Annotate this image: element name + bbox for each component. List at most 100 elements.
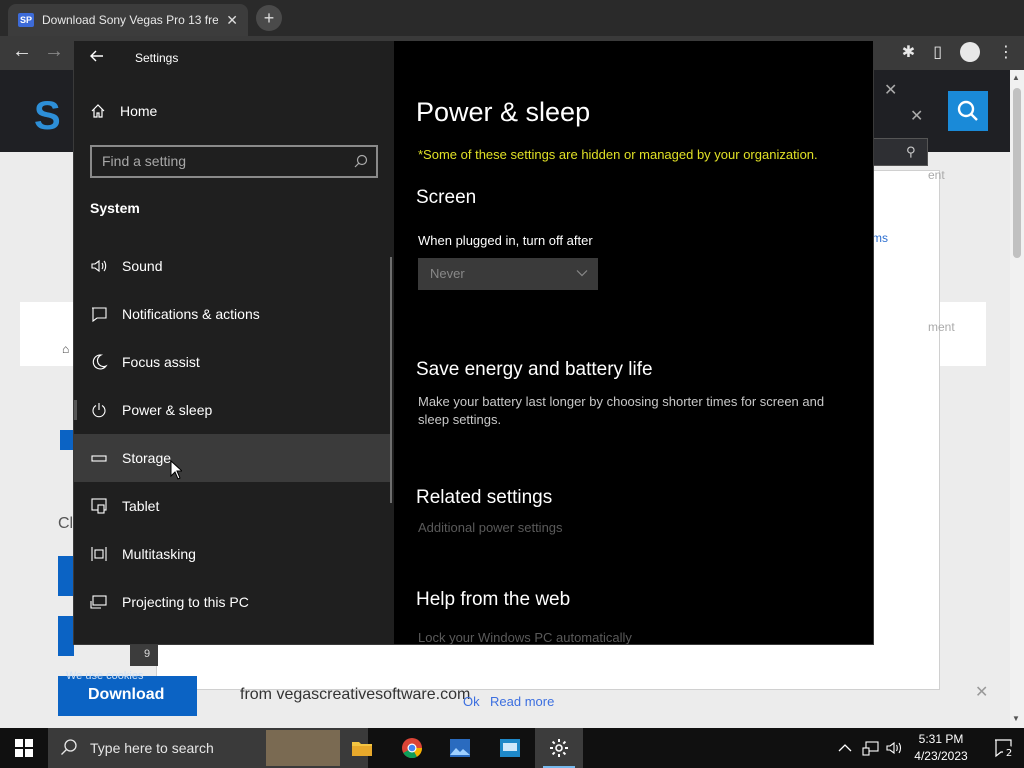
section-title: System: [90, 200, 140, 216]
projecting-icon: [90, 593, 108, 611]
related-settings-heading: Related settings: [416, 487, 553, 508]
web-blue-button[interactable]: [58, 556, 74, 596]
cookie-read-more-link[interactable]: Read more: [490, 694, 554, 709]
search-highlight-image: [266, 730, 340, 766]
nav-item-power-sleep[interactable]: Power & sleep: [74, 386, 392, 434]
speaker-icon: [90, 257, 108, 275]
settings-content-pane: Power & sleep *Some of these settings ar…: [394, 41, 873, 644]
notification-count: 2: [1006, 748, 1012, 759]
web-search-small-icon: ⚲: [906, 144, 916, 159]
photos-icon[interactable]: [436, 728, 484, 768]
web-link[interactable]: ms: [872, 231, 888, 245]
volume-icon[interactable]: [886, 728, 902, 768]
screen-heading: Screen: [416, 187, 477, 208]
settings-window: Settings Home Find a setting System Soun…: [73, 40, 874, 645]
web-source-text: from vegascreativesoftware.com: [240, 686, 471, 703]
settings-gear-icon[interactable]: [535, 728, 583, 768]
moon-icon: [90, 353, 108, 371]
notification-icon: [90, 305, 108, 323]
web-close-icon[interactable]: ✕: [884, 80, 897, 100]
site-logo[interactable]: S: [34, 94, 61, 139]
power-icon: [90, 401, 108, 419]
page-title: Power & sleep: [416, 97, 591, 127]
new-tab-button[interactable]: +: [256, 5, 282, 31]
clock-time: 5:31 PM: [918, 732, 964, 746]
cookie-ok-link[interactable]: Ok: [463, 694, 480, 709]
notification-center-icon[interactable]: 2: [992, 736, 1016, 760]
windows-start-icon[interactable]: [0, 728, 48, 768]
nav-item-label: Sound: [122, 258, 163, 274]
screen-timeout-value: Never: [430, 266, 465, 281]
nav-item-label: Multitasking: [122, 546, 196, 562]
help-heading: Help from the web: [416, 589, 571, 610]
show-hidden-icons-icon[interactable]: [838, 728, 852, 768]
browser-toolbar-icons: ✱ ▯ ⋮: [902, 42, 1014, 62]
chevron-down-icon: [576, 266, 588, 278]
org-managed-note: *Some of these settings are hidden or ma…: [418, 147, 818, 162]
web-search-button[interactable]: [948, 91, 988, 131]
nav-item-multitasking[interactable]: Multitasking: [74, 530, 392, 578]
web-side-button[interactable]: [60, 430, 74, 450]
clock-date: 4/23/2023: [914, 749, 968, 763]
cookie-close-icon[interactable]: ✕: [975, 682, 988, 702]
screen-timeout-dropdown[interactable]: Never: [418, 258, 598, 290]
nav-item-notifications[interactable]: Notifications & actions: [74, 290, 392, 338]
browser-back-icon[interactable]: ←: [12, 40, 32, 63]
nav-item-sound[interactable]: Sound: [74, 242, 392, 290]
settings-nav-list: Sound Notifications & actions Focus assi…: [74, 242, 392, 626]
scroll-down-icon[interactable]: ▼: [1012, 714, 1020, 723]
sidepanel-icon[interactable]: ▯: [933, 42, 942, 62]
nav-item-label: Storage: [122, 450, 172, 466]
taskbar-clock[interactable]: 5:31 PM 4/23/2023: [906, 731, 976, 765]
tab-title: Download Sony Vegas Pro 13 fre: [42, 13, 219, 27]
window-title: Settings: [135, 51, 179, 65]
nav-scrollbar[interactable]: [390, 257, 392, 503]
file-explorer-icon[interactable]: [338, 728, 386, 768]
help-link[interactable]: Lock your Windows PC automatically: [418, 630, 632, 644]
browser-tab[interactable]: SP Download Sony Vegas Pro 13 fre ✕: [8, 4, 248, 36]
chrome-icon[interactable]: [388, 728, 436, 768]
nav-item-storage[interactable]: Storage: [74, 434, 392, 482]
app-icon[interactable]: [486, 728, 534, 768]
cookie-banner-text: We use cookies: [66, 670, 144, 682]
web-counter-badge: 9: [130, 644, 158, 666]
mouse-cursor-icon: [170, 459, 184, 480]
plugged-in-label: When plugged in, turn off after: [418, 233, 593, 248]
browser-forward-icon[interactable]: →: [44, 40, 64, 63]
extension-icon[interactable]: ✱: [902, 42, 915, 62]
save-energy-description: Make your battery last longer by choosin…: [418, 394, 825, 427]
nav-item-projecting[interactable]: Projecting to this PC: [74, 578, 392, 626]
scroll-up-icon[interactable]: ▲: [1012, 73, 1020, 82]
settings-nav-pane: Settings Home Find a setting System Soun…: [74, 41, 394, 644]
web-blue-button[interactable]: [58, 616, 74, 656]
nav-home[interactable]: Home: [90, 103, 157, 119]
browser-menu-icon[interactable]: ⋮: [998, 42, 1014, 62]
nav-item-tablet[interactable]: Tablet: [74, 482, 392, 530]
search-icon: [354, 154, 368, 168]
tab-favicon-icon: SP: [18, 13, 34, 27]
nav-item-label: Projecting to this PC: [122, 594, 249, 610]
nav-item-label: Notifications & actions: [122, 306, 260, 322]
search-icon: [60, 738, 78, 759]
back-arrow-icon[interactable]: [90, 49, 104, 68]
nav-item-focus-assist[interactable]: Focus assist: [74, 338, 392, 386]
nav-item-label: Focus assist: [122, 354, 200, 370]
web-search-clear-icon[interactable]: ✕: [910, 106, 923, 126]
find-setting-input[interactable]: Find a setting: [90, 145, 378, 178]
find-setting-placeholder: Find a setting: [102, 153, 187, 169]
save-energy-heading: Save energy and battery life: [416, 359, 653, 380]
taskbar-search-placeholder: Type here to search: [90, 740, 214, 756]
download-button[interactable]: Download: [58, 676, 197, 716]
profile-avatar[interactable]: [960, 42, 980, 62]
nav-item-label: Tablet: [122, 498, 160, 514]
tablet-icon: [90, 497, 108, 515]
tab-close-icon[interactable]: ✕: [226, 12, 238, 29]
additional-power-settings-link[interactable]: Additional power settings: [418, 520, 563, 535]
network-icon[interactable]: [862, 728, 880, 768]
web-text-fragment: Cl: [58, 515, 74, 532]
web-faint-text: ment: [928, 320, 955, 334]
web-faint-text: ent: [928, 168, 945, 182]
web-scrollbar-thumb[interactable]: [1013, 88, 1021, 258]
search-icon: [957, 100, 978, 121]
nav-item-label: Power & sleep: [122, 402, 213, 418]
